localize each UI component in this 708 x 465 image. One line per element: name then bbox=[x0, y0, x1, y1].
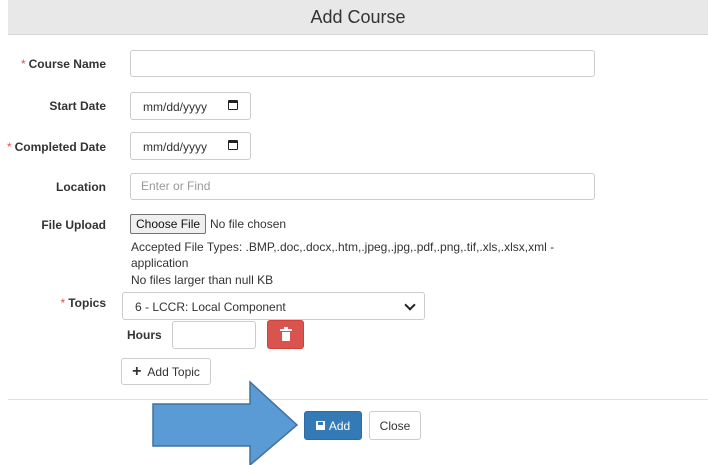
location-placeholder: Enter or Find bbox=[141, 179, 211, 193]
dialog-title: Add Course bbox=[310, 7, 406, 27]
completed-date-input[interactable]: mm/dd/yyyy bbox=[130, 132, 251, 160]
start-date-value: mm/dd/yyyy bbox=[143, 100, 208, 114]
topics-label: * Topics bbox=[60, 296, 106, 310]
choose-file-button[interactable]: Choose File bbox=[130, 214, 207, 234]
trash-icon bbox=[280, 327, 292, 341]
course-name-label: * Course Name bbox=[20, 57, 106, 71]
add-topic-button[interactable]: + Add Topic bbox=[121, 358, 211, 385]
accepted-types-text: Accepted File Types: .BMP,.doc,.docx,.ht… bbox=[131, 240, 555, 254]
close-button[interactable]: Close bbox=[369, 411, 421, 440]
file-status: No file chosen bbox=[210, 217, 287, 231]
delete-topic-button[interactable] bbox=[267, 320, 304, 349]
file-upload-label: File Upload bbox=[41, 218, 106, 232]
required-mark: * bbox=[20, 57, 26, 71]
hours-input[interactable] bbox=[172, 321, 256, 349]
start-date-label: Start Date bbox=[49, 99, 106, 113]
location-label: Location bbox=[56, 180, 106, 194]
save-icon bbox=[315, 421, 325, 430]
required-mark: * bbox=[6, 140, 12, 154]
accepted-types-text-cont: application bbox=[131, 256, 189, 270]
topic-select[interactable]: 6 - LCCR: Local Component bbox=[122, 292, 425, 320]
calendar-icon[interactable] bbox=[228, 100, 238, 110]
hours-label: Hours bbox=[127, 328, 162, 342]
footer-divider bbox=[8, 399, 708, 400]
completed-date-value: mm/dd/yyyy bbox=[143, 140, 208, 154]
dialog-header: Add Course bbox=[8, 0, 708, 35]
add-button[interactable]: Add bbox=[304, 411, 362, 440]
chevron-down-icon bbox=[404, 299, 416, 311]
plus-icon: + bbox=[132, 362, 142, 380]
course-name-input[interactable] bbox=[130, 50, 595, 77]
start-date-input[interactable]: mm/dd/yyyy bbox=[130, 92, 251, 120]
required-mark: * bbox=[60, 296, 66, 310]
calendar-icon[interactable] bbox=[228, 140, 238, 150]
file-size-limit: No files larger than null KB bbox=[131, 273, 274, 287]
location-input[interactable]: Enter or Find bbox=[130, 173, 595, 200]
completed-date-label: * Completed Date bbox=[6, 140, 106, 154]
topic-selected-value: 6 - LCCR: Local Component bbox=[135, 300, 286, 314]
